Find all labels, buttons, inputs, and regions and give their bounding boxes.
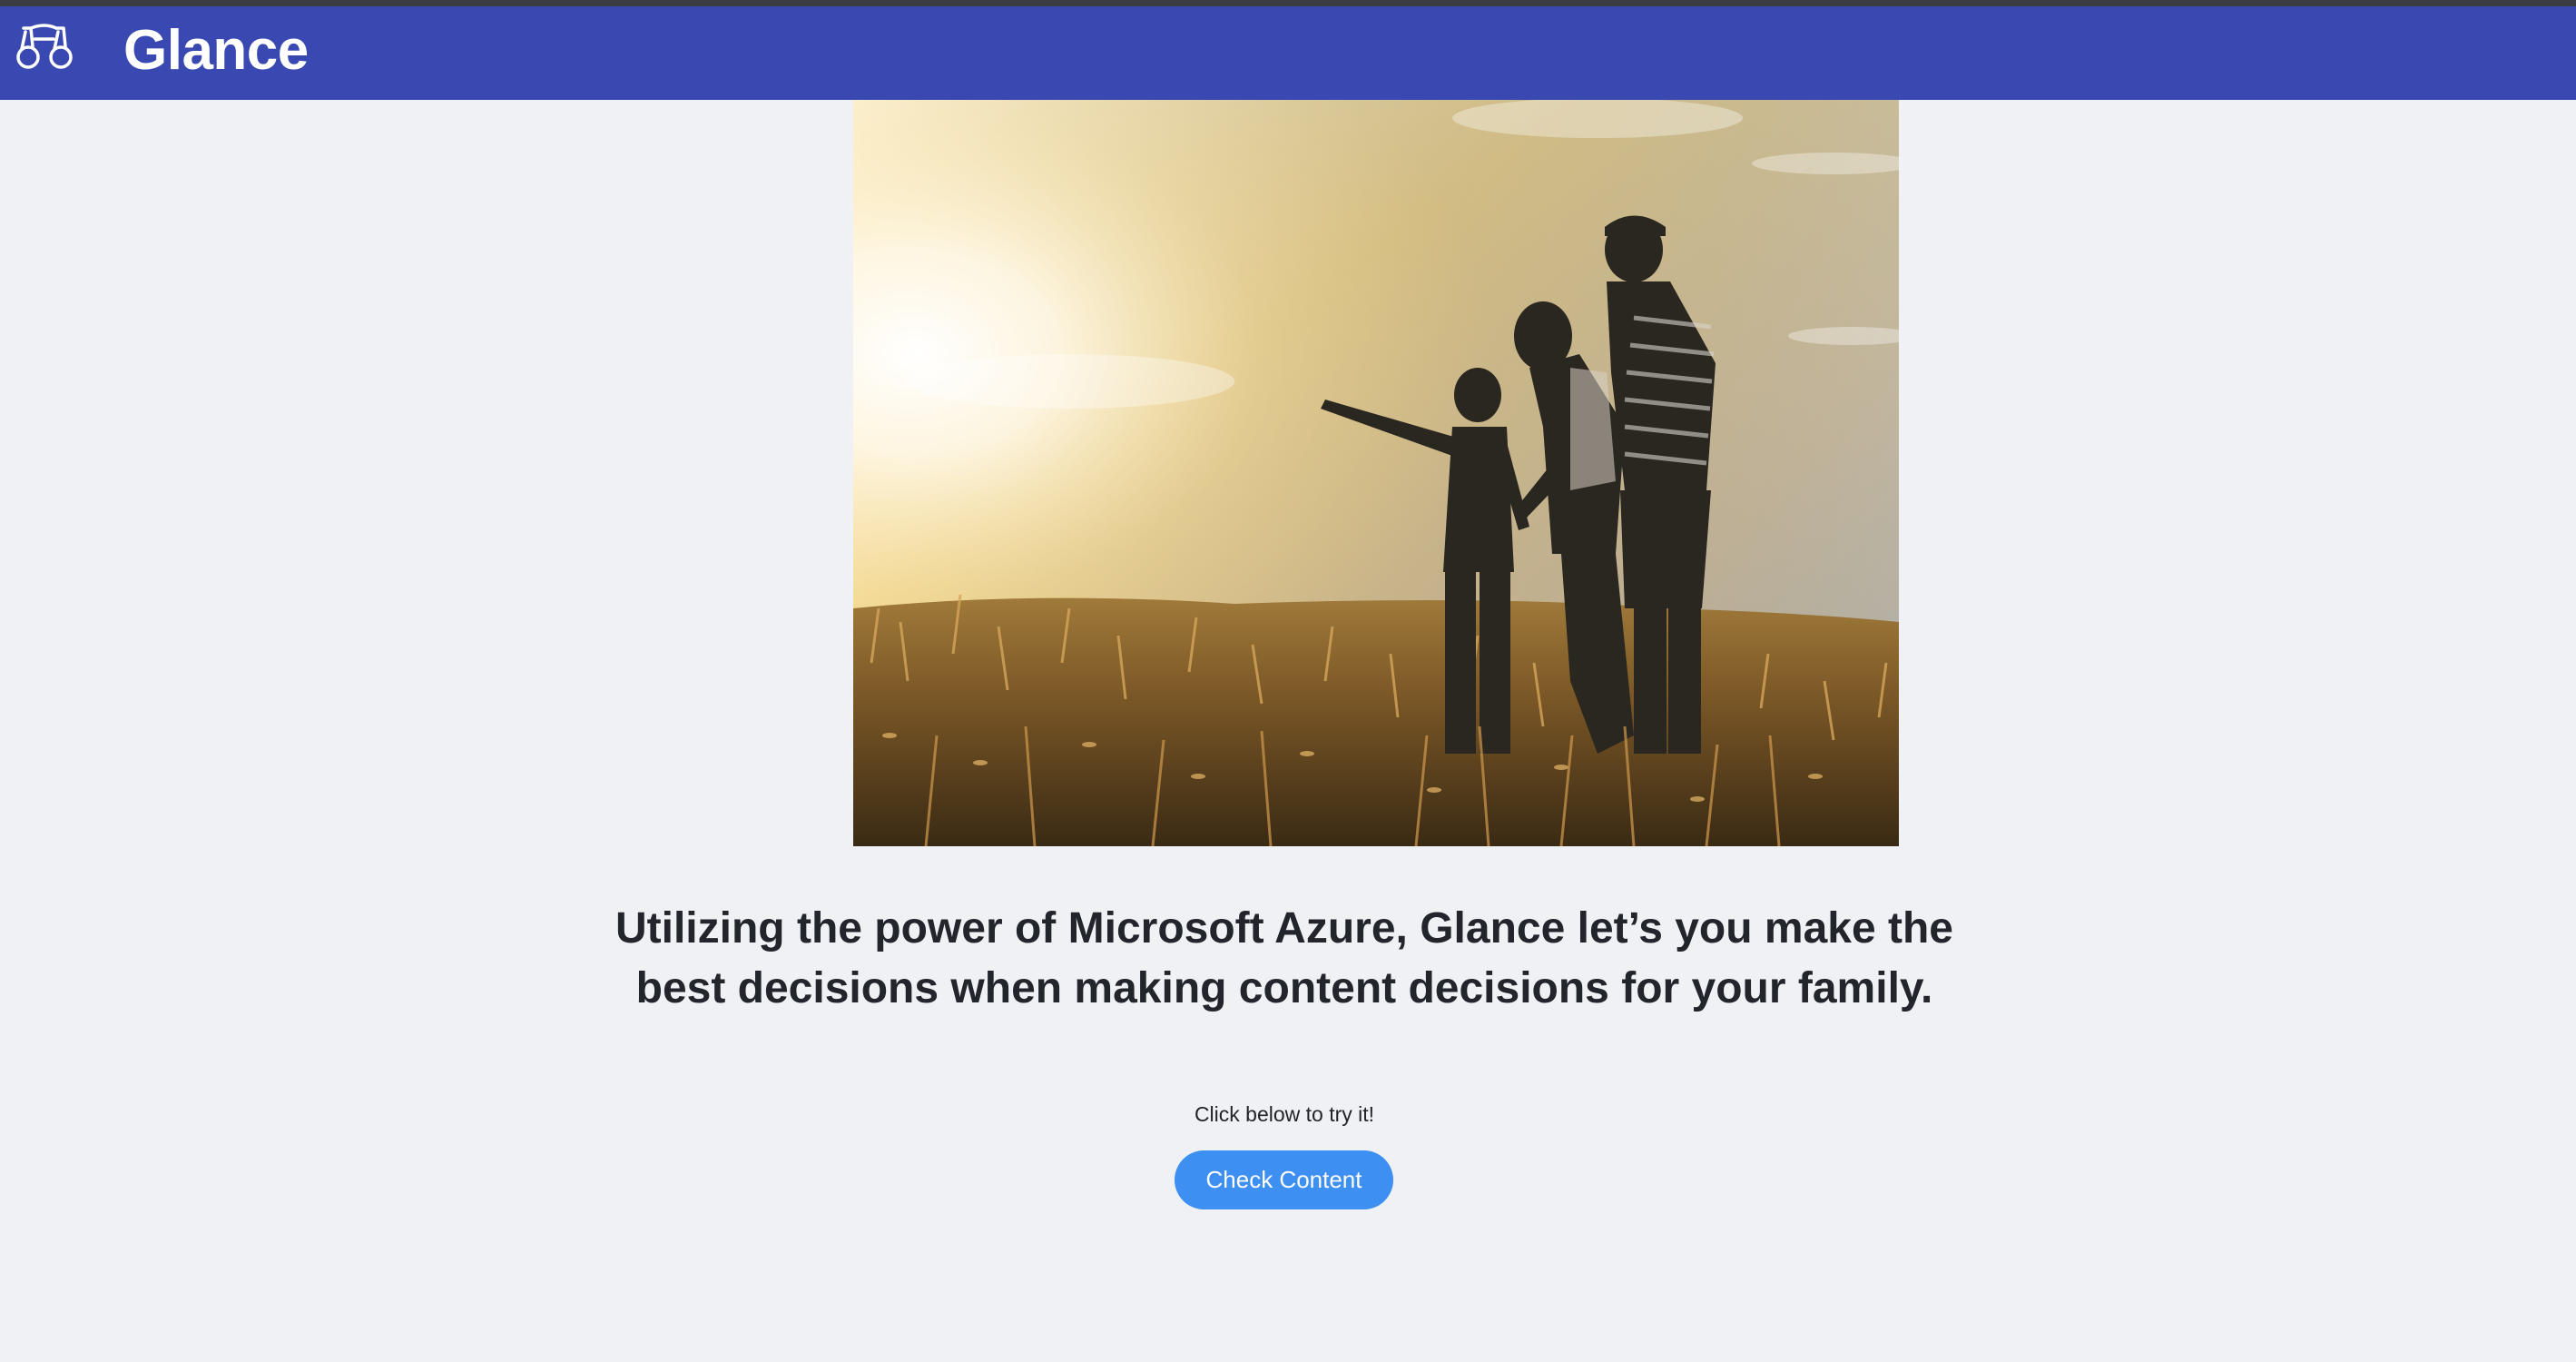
headline-line-1: Utilizing the power of Microsoft Azure, …: [615, 904, 1953, 952]
binoculars-icon[interactable]: [15, 19, 74, 72]
cta-label: Click below to try it!: [1194, 1102, 1375, 1126]
app-title[interactable]: Glance: [123, 12, 309, 90]
check-content-button[interactable]: Check Content: [1175, 1150, 1393, 1209]
window-top-border: [0, 0, 2576, 6]
hero-image: [853, 100, 1899, 846]
headline-line-2: best decisions when making content decis…: [635, 964, 1933, 1012]
navbar: Glance: [0, 6, 2576, 100]
headline: Utilizing the power of Microsoft Azure, …: [563, 899, 2006, 1019]
